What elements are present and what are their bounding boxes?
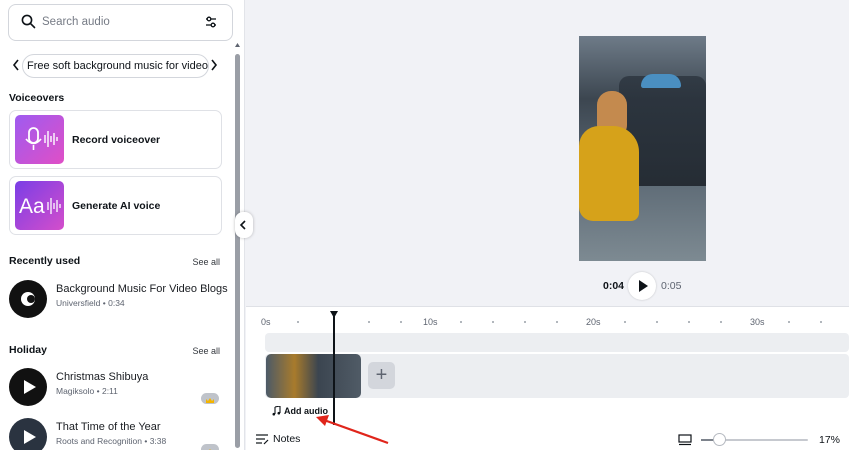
record-voiceover-label: Record voiceover [72,134,161,146]
chevron-left-icon[interactable] [11,58,21,77]
music-note-icon [272,406,281,416]
tick-dot [492,321,494,323]
list-item[interactable]: That Time of the Year Roots and Recognit… [9,418,224,450]
search-box[interactable]: Search audio [8,4,233,41]
notes-label: Notes [273,433,301,445]
timeline-lane[interactable] [265,333,849,352]
tick-dot [720,321,722,323]
audio-panel: Search audio Free soft background music … [0,0,245,450]
add-clip-button[interactable]: + [368,362,395,389]
generate-ai-voice-label: Generate AI voice [72,200,161,212]
tick-dot [788,321,790,323]
video-frame-girl [579,126,639,221]
ai-voice-icon: Aa [15,181,64,230]
record-voiceover-card[interactable]: Record voiceover [9,110,222,169]
tick-dot [524,321,526,323]
play-icon [639,280,648,292]
tick-dot [688,321,690,323]
svg-text:Aa: Aa [19,195,45,218]
track-cover [9,280,47,318]
chevron-right-icon[interactable] [209,58,219,77]
current-time: 0:04 [603,280,625,292]
crown-icon [201,444,219,450]
track-meta: Universfield • 0:34 [56,298,125,308]
scroll-up-icon[interactable] [234,42,241,48]
zoom-level: 17% [819,434,841,446]
total-duration: 0:05 [661,280,682,292]
tick-dot [297,321,299,323]
list-item[interactable]: Christmas Shibuya Magiksolo • 2:11 [9,368,224,408]
generate-ai-voice-card[interactable]: Aa Generate AI voice [9,176,222,235]
track-meta: Magiksolo • 2:11 [56,386,118,396]
notes-button[interactable]: Notes [255,433,300,445]
video-frame-umbrella [641,74,681,88]
track-meta: Roots and Recognition • 3:38 [56,436,167,446]
tick-dot [400,321,402,323]
annotation-arrow-icon [316,415,389,445]
play-icon[interactable] [9,418,47,450]
track-title: Background Music For Video Blogs [56,283,228,295]
filter-icon[interactable] [204,15,218,34]
tick-label: 0s [261,317,271,327]
microphone-icon [15,115,64,164]
tick-label: 20s [586,317,601,327]
playhead[interactable] [333,315,335,425]
play-button[interactable] [628,272,656,300]
holiday-heading: Holiday [9,344,47,356]
search-icon [21,14,36,34]
zoom-slider[interactable] [701,433,808,446]
notes-icon [256,434,269,445]
scrollbar-thumb[interactable] [235,54,240,448]
track-title: Christmas Shibuya [56,371,149,383]
video-preview[interactable] [579,36,706,261]
suggestion-row: Free soft background music for video [8,54,233,78]
list-item[interactable]: Background Music For Video Blogs Univers… [9,280,228,320]
tick-dot [656,321,658,323]
tick-dot [556,321,558,323]
video-clip[interactable] [266,354,361,398]
play-icon[interactable] [9,368,47,406]
page-view-icon[interactable] [678,434,692,446]
tick-dot [624,321,626,323]
recently-used-heading: Recently used [9,255,81,267]
zoom-slider-handle[interactable] [713,433,726,446]
tick-dot [460,321,462,323]
tick-dot [820,321,822,323]
collapse-panel-button[interactable] [235,212,253,238]
holiday-see-all[interactable]: See all [192,346,220,356]
crown-icon [201,393,219,404]
tick-label: 30s [750,317,765,327]
recently-used-see-all[interactable]: See all [192,257,220,267]
search-input[interactable]: Search audio [42,16,110,28]
suggestion-chip[interactable]: Free soft background music for video [22,54,209,78]
voiceovers-heading: Voiceovers [9,92,65,104]
tick-dot [368,321,370,323]
panel-scrollbar[interactable] [234,40,241,450]
playhead-handle-icon[interactable] [330,311,338,318]
tick-label: 10s [423,317,438,327]
track-title: That Time of the Year [56,421,161,433]
